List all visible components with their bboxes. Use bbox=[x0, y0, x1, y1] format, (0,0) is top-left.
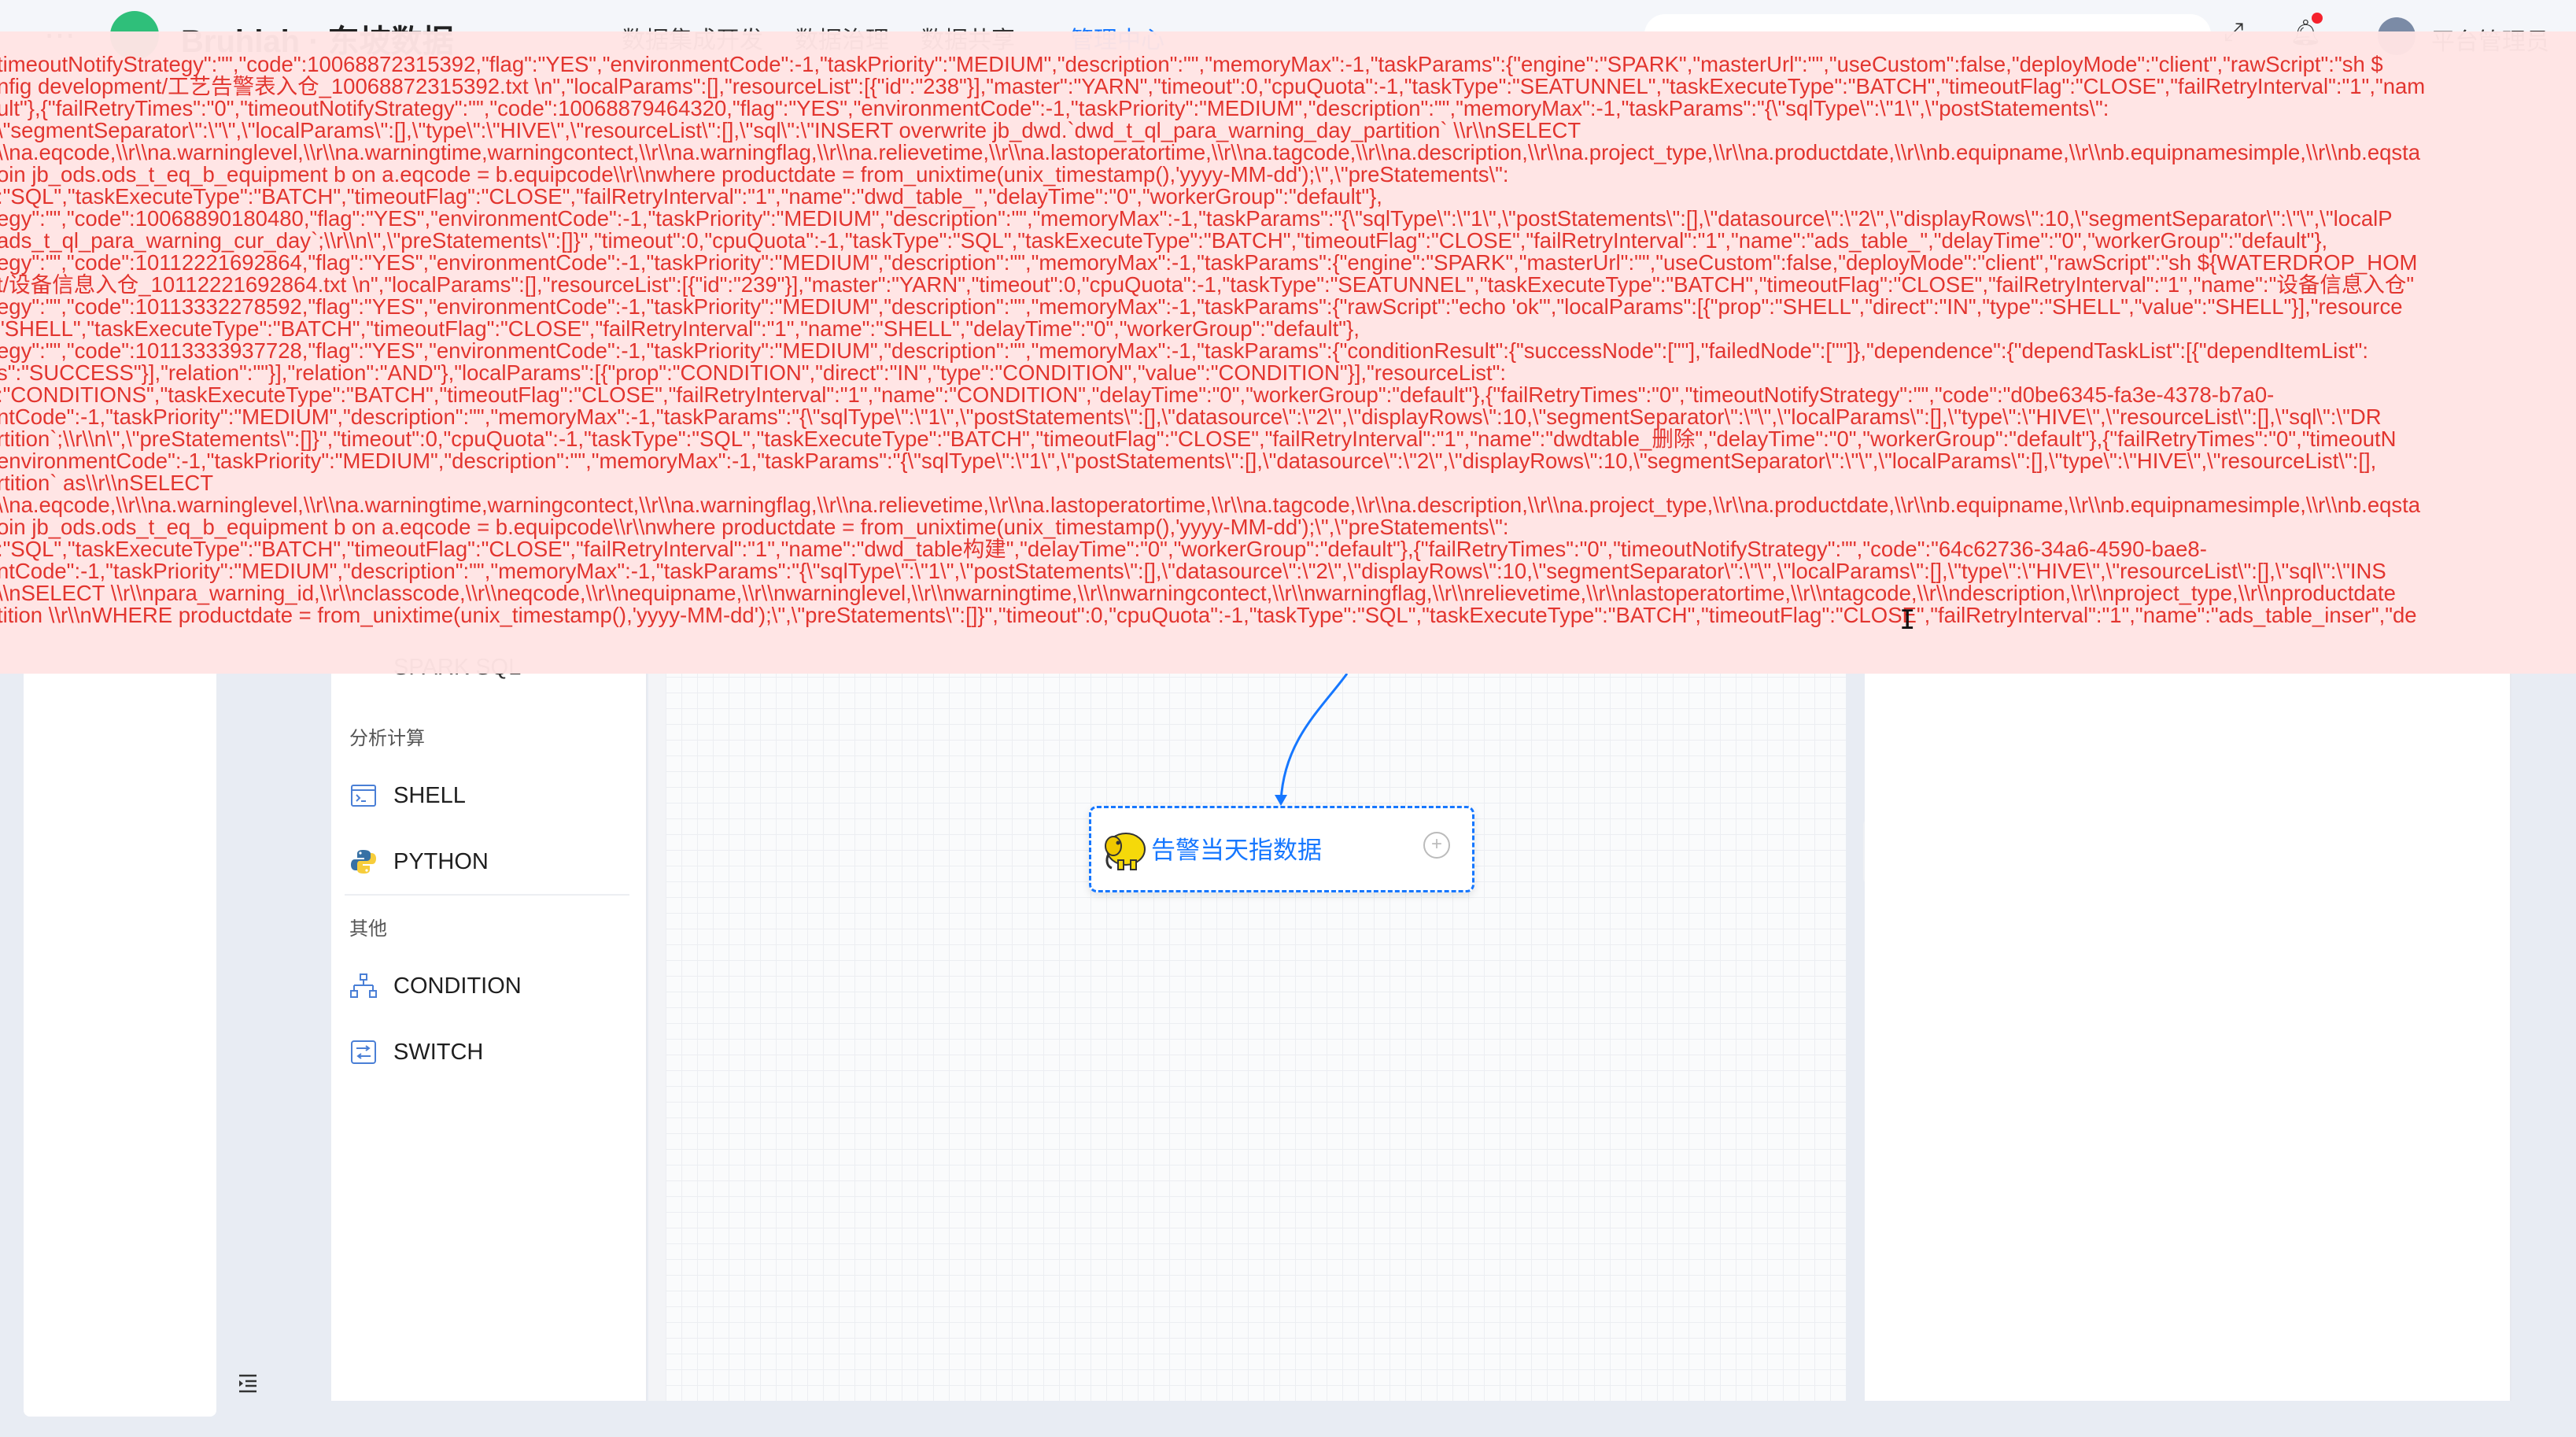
error-line: \\na.eqcode,\\r\\na.warninglevel,\\r\\na… bbox=[0, 140, 2421, 164]
error-line: oin jb_ods.ods_t_eq_b_equipment b on a.e… bbox=[0, 162, 1509, 187]
error-line: "SHELL","taskExecuteType":"BATCH","timeo… bbox=[0, 316, 1360, 341]
error-line: ads_t_ql_para_warning_cur_day`;\\r\\n\",… bbox=[0, 228, 2328, 253]
error-line: s":"SUCCESS"}],"relation":""}],"relation… bbox=[0, 360, 1506, 385]
text-cursor-icon: I bbox=[1899, 604, 1916, 636]
error-line: environmentCode":-1,"taskPriority":"MEDI… bbox=[0, 449, 2377, 473]
error-line: t/设备信息入仓_10112221692864.txt \n","localPa… bbox=[0, 272, 2415, 297]
error-line: rtition`;\\r\\n\",\"preStatements\":[]}"… bbox=[0, 427, 2397, 451]
error-message-text: timeoutNotifyStrategy":"","code":1006887… bbox=[0, 31, 2573, 626]
error-line: nfig development/工艺告警表入仓_10068872315392.… bbox=[0, 74, 2426, 98]
error-line: egy":"","code":10068890180480,"flag":"YE… bbox=[0, 206, 2393, 231]
error-line: :"SQL","taskExecuteType":"BATCH","timeou… bbox=[0, 537, 2207, 561]
error-line: :"CONDITIONS","taskExecuteType":"BATCH",… bbox=[0, 382, 2275, 407]
error-line: \\na.eqcode,\\r\\na.warninglevel,\\r\\na… bbox=[0, 493, 2421, 517]
workflow-node[interactable]: 告警当天指数据 + bbox=[1089, 806, 1474, 892]
error-line: rtition` as\\r\\nSELECT bbox=[0, 471, 214, 495]
error-line: \\nSELECT \\r\\npara_warning_id,\\r\\ncl… bbox=[0, 581, 2396, 605]
error-line: egy":"","code":10113333937728,"flag":"YE… bbox=[0, 338, 2369, 363]
error-line: timeoutNotifyStrategy":"","code":1006887… bbox=[0, 52, 2383, 76]
error-line: oin jb_ods.ods_t_eq_b_equipment b on a.e… bbox=[0, 515, 1509, 539]
error-line: :"SQL","taskExecuteType":"BATCH","timeou… bbox=[0, 184, 1382, 209]
node-label: 告警当天指数据 bbox=[1151, 837, 1322, 864]
error-line: ult"},{"failRetryTimes":"0","timeoutNoti… bbox=[0, 96, 2109, 120]
error-line: egy":"","code":10113332278592,"flag":"YE… bbox=[0, 294, 2403, 319]
error-message-banner: timeoutNotifyStrategy":"","code":1006887… bbox=[0, 31, 2576, 674]
error-line: egy":"","code":10112221692864,"flag":"YE… bbox=[0, 250, 2418, 275]
error-line: ntCode":-1,"taskPriority":"MEDIUM","desc… bbox=[0, 405, 2382, 429]
error-line: tition \\r\\nWHERE productdate = from_un… bbox=[0, 603, 2417, 627]
add-node-icon[interactable]: + bbox=[1423, 832, 1450, 859]
error-line: \"segmentSeparator\":\"\",\"localParams\… bbox=[0, 118, 1581, 142]
hadoop-elephant-icon bbox=[1099, 822, 1150, 873]
error-line: ntCode":-1,"taskPriority":"MEDIUM","desc… bbox=[0, 559, 2386, 583]
